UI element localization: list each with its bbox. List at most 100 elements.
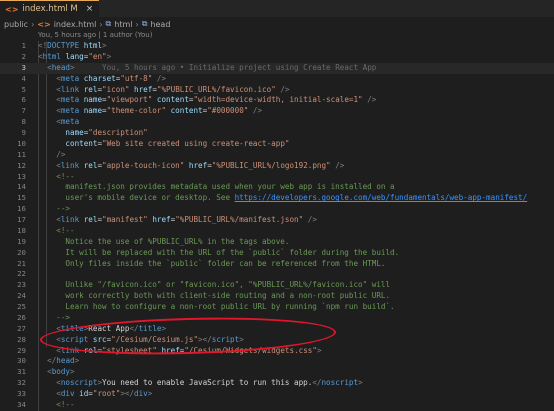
code-token: It will be replaced with the URL of the … — [38, 247, 400, 257]
git-blame-codelens[interactable]: You, 5 hours ago | 1 author (You) — [38, 31, 152, 41]
chevron-right-icon: › — [99, 19, 103, 29]
code-line[interactable]: 18 <!-- — [0, 226, 554, 237]
git-blame-inline: You, 5 hours ago • Initialize project us… — [74, 62, 377, 72]
code-token: link — [60, 84, 80, 94]
close-icon[interactable]: × — [86, 4, 94, 14]
code-text: <html lang="en"> — [38, 52, 111, 63]
code-text: Notice the use of %PUBLIC_URL% in the ta… — [38, 237, 289, 248]
code-editor[interactable]: 1 <!DOCTYPE html> 2 <html lang="en"> 3 <head… — [0, 41, 554, 411]
code-line[interactable]: 2 <html lang="en"> — [0, 52, 554, 63]
html-file-icon: <> — [5, 4, 19, 14]
code-text: --> — [38, 204, 70, 215]
line-number: 16 — [17, 204, 26, 214]
code-line[interactable]: 21 Only files inside the `public` folder… — [0, 259, 554, 270]
code-line[interactable]: 24 work correctly both with client-side … — [0, 291, 554, 302]
line-number: 28 — [17, 334, 26, 344]
code-line[interactable]: 6 <meta name="viewport" content="width=d… — [0, 95, 554, 106]
line-number: 13 — [17, 171, 26, 181]
line-number: 18 — [17, 225, 26, 235]
code-token: name — [79, 95, 103, 105]
code-line[interactable]: 15 user's mobile device or desktop. See … — [0, 193, 554, 204]
code-line[interactable]: 11 /> — [0, 150, 554, 161]
code-text: <meta name="theme-color" content="#00000… — [38, 106, 262, 117]
breadcrumb-item-public[interactable]: public — [4, 20, 28, 29]
code-line[interactable]: 34 <!-- — [0, 400, 554, 411]
code-token: content — [166, 106, 203, 116]
code-token: "%PUBLIC_URL%/logo192.png" — [211, 160, 331, 170]
code-token: < — [38, 215, 61, 224]
line-number: 26 — [17, 312, 26, 322]
code-line[interactable]: 4 <meta charset="utf-8" /> — [0, 74, 554, 85]
code-line[interactable]: 12 <link rel="apple-touch-icon" href="%P… — [0, 161, 554, 172]
code-token: rel — [79, 160, 98, 170]
code-text: Only files inside the `public` folder ca… — [38, 259, 385, 270]
code-token: "icon" — [102, 84, 130, 94]
chevron-right-icon: › — [31, 19, 35, 29]
line-number: 4 — [21, 73, 26, 83]
line-number: 10 — [17, 138, 26, 148]
breadcrumb-item-html[interactable]: html — [114, 20, 132, 29]
code-line[interactable]: 33 <div id="root"></div> — [0, 389, 554, 400]
code-token: meta — [60, 117, 80, 127]
code-line[interactable]: 31 <body> — [0, 367, 554, 378]
code-text: name="description" — [38, 128, 148, 139]
code-line[interactable]: 22 — [0, 269, 554, 280]
code-token: "root" — [92, 389, 121, 398]
code-token: /> — [362, 95, 377, 105]
code-line[interactable]: 23 Unlike "/favicon.ico" or "favicon.ico… — [0, 280, 554, 291]
code-text: Unlike "/favicon.ico" or "favicon.ico", … — [38, 280, 390, 291]
tab-bar: <> index.html M × — [0, 0, 554, 17]
code-token: "description" — [88, 128, 148, 137]
tab-title: index.html M — [22, 4, 78, 14]
code-line[interactable]: 30 </head> — [0, 356, 554, 367]
code-line[interactable]: 32 <noscript>You need to enable JavaScri… — [0, 378, 554, 389]
code-line[interactable]: 9 name="description" — [0, 128, 554, 139]
line-number: 12 — [17, 160, 26, 170]
code-token: meta — [60, 73, 80, 83]
code-token: > — [102, 41, 107, 50]
code-text: <meta charset="utf-8" /> — [38, 74, 166, 85]
code-token: link — [60, 160, 80, 170]
code-token: href — [184, 160, 208, 170]
code-token: "viewport" — [106, 95, 153, 105]
code-token: < — [38, 389, 61, 398]
code-line[interactable]: 13 <!-- — [0, 172, 554, 183]
code-token: < — [38, 378, 61, 388]
code-line[interactable]: 20 It will be replaced with the URL of t… — [0, 248, 554, 259]
code-token: "Web site created using create-react-app… — [102, 138, 290, 148]
code-token: work correctly both with client-side rou… — [38, 291, 391, 301]
code-token: /> — [248, 106, 263, 116]
code-token: "%PUBLIC_URL%/manifest.json" — [175, 215, 304, 224]
code-line[interactable]: 16 --> — [0, 204, 554, 215]
code-line[interactable]: 19 Notice the use of %PUBLIC_URL% in the… — [0, 237, 554, 248]
code-line[interactable]: 3 <head> You, 5 hours ago • Initialize p… — [0, 62, 554, 74]
code-line[interactable]: 1 <!DOCTYPE html> — [0, 41, 554, 52]
code-line[interactable]: 8 <meta — [0, 117, 554, 128]
code-token: rel — [79, 84, 98, 94]
code-token: "apple-touch-icon" — [102, 160, 185, 170]
line-number: 30 — [17, 356, 26, 366]
code-token: id — [74, 389, 89, 398]
code-token: You need to enable JavaScript to run thi… — [102, 378, 313, 388]
code-line[interactable]: 25 Learn how to configure a non-root pub… — [0, 302, 554, 313]
code-line[interactable]: 17 <link rel="manifest" href="%PUBLIC_UR… — [0, 215, 554, 226]
code-token: content — [38, 138, 98, 148]
breadcrumb-item-index-html[interactable]: index.html — [54, 20, 97, 29]
code-token: content — [152, 95, 189, 105]
code-line[interactable]: 14 manifest.json provides metadata used … — [0, 182, 554, 193]
code-token: charset — [79, 73, 116, 83]
code-token: meta — [60, 106, 80, 116]
code-token: /> — [38, 149, 66, 159]
url-link[interactable]: https://developers.google.com/web/fundam… — [235, 193, 528, 202]
code-text: <link rel="manifest" href="%PUBLIC_URL%/… — [38, 215, 317, 226]
code-token: manifest.json provides metadata used whe… — [38, 182, 395, 192]
tab-index-html[interactable]: <> index.html M × — [0, 0, 100, 17]
code-text: <!-- — [38, 226, 74, 237]
code-token: /> — [275, 84, 290, 94]
code-line[interactable]: 7 <meta name="theme-color" content="#000… — [0, 106, 554, 117]
code-line[interactable]: 10 content="Web site created using creat… — [0, 139, 554, 150]
code-text: user's mobile device or desktop. See htt… — [38, 193, 527, 204]
code-line[interactable]: 5 <link rel="icon" href="%PUBLIC_URL%/fa… — [0, 85, 554, 96]
code-text: Learn how to configure a non-root public… — [38, 302, 394, 313]
breadcrumb-item-head[interactable]: head — [150, 20, 170, 29]
